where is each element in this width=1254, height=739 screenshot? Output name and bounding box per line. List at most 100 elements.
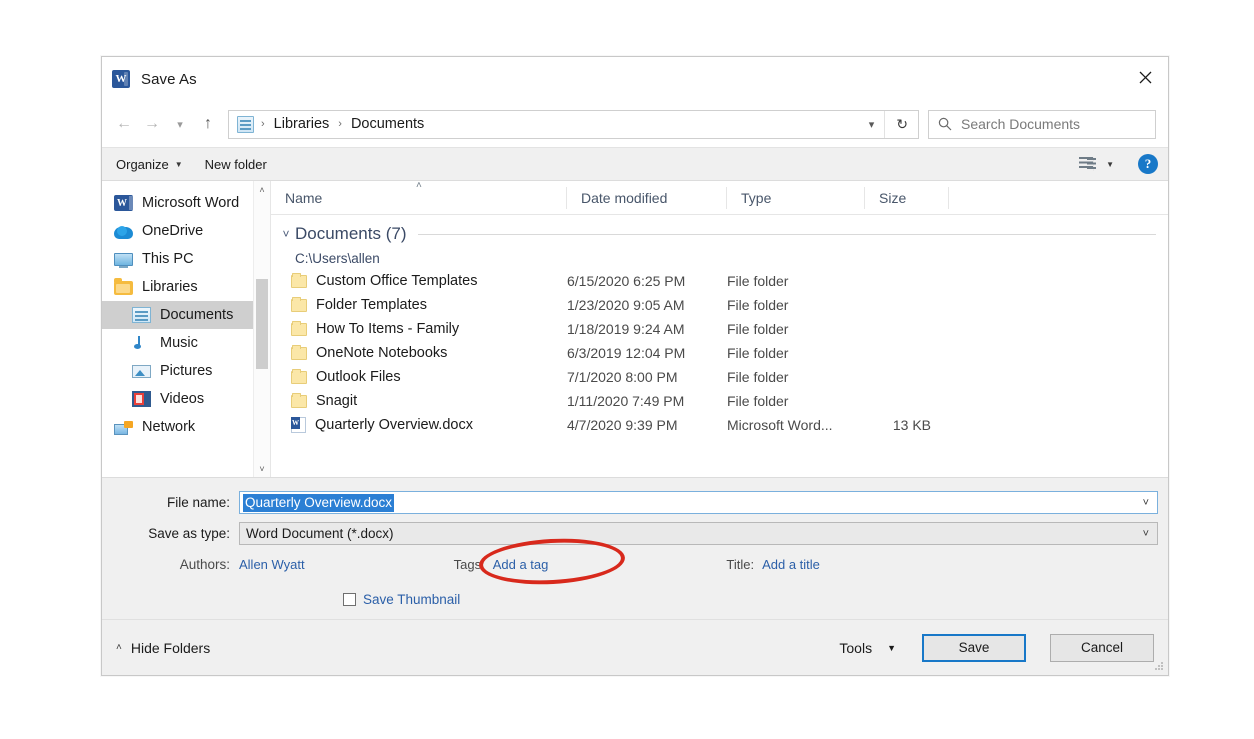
command-bar-right: ▼ ? (1079, 154, 1158, 174)
sidebar-item-microsoft-word[interactable]: Microsoft Word (102, 189, 270, 217)
file-name-cell: OneNote Notebooks (271, 345, 567, 361)
view-chevron-down-icon[interactable]: ▼ (1106, 160, 1114, 169)
file-type-cell: File folder (727, 297, 789, 313)
save-thumbnail-label[interactable]: Save Thumbnail (363, 592, 460, 607)
network-icon (114, 420, 133, 435)
group-title: Documents (7) (295, 224, 407, 243)
search-input[interactable]: Search Documents (928, 109, 1156, 139)
file-date-cell: 6/15/2020 6:25 PM (567, 273, 686, 289)
sidebar-item-label: Videos (160, 391, 205, 407)
filename-label: File name: (166, 495, 230, 510)
folder-icon (291, 345, 307, 360)
hide-folders-button[interactable]: ˄ Hide Folders (116, 640, 210, 656)
scroll-up-icon[interactable]: ˄ (254, 181, 270, 198)
cancel-button[interactable]: Cancel (1050, 633, 1154, 662)
refresh-icon[interactable]: ↻ (884, 110, 912, 138)
chevron-up-icon: ˄ (116, 642, 122, 653)
sidebar-item-onedrive[interactable]: OneDrive (102, 217, 270, 245)
resize-grip-icon[interactable] (1154, 661, 1165, 672)
file-date-cell: 1/11/2020 7:49 PM (567, 393, 685, 409)
chevron-down-icon[interactable]: ˅ (1143, 528, 1149, 540)
save-button[interactable]: Save (922, 633, 1026, 662)
sidebar-item-this-pc[interactable]: This PC (102, 245, 270, 273)
breadcrumb[interactable]: › Libraries › Documents ▾ ↻ (228, 109, 919, 139)
chevron-down-icon[interactable]: ˅ (1143, 497, 1149, 509)
back-arrow-icon[interactable]: ← (110, 110, 138, 138)
add-a-title-link[interactable]: Add a title (762, 557, 820, 572)
group-rule (418, 233, 1156, 235)
column-header-name[interactable]: Name ˄ (271, 180, 567, 209)
close-icon[interactable] (1122, 57, 1168, 97)
savetype-select[interactable]: Word Document (*.docx) ˅ (239, 522, 1158, 545)
sidebar-item-pictures[interactable]: Pictures (102, 357, 270, 385)
group-path: C:\Users\allen (295, 250, 380, 266)
dialog-title: Save As (141, 70, 197, 88)
table-row[interactable]: Snagit 1/11/2020 7:49 PM File folder (271, 389, 1168, 413)
table-row[interactable]: How To Items - Family 1/18/2019 9:24 AM … (271, 317, 1168, 341)
save-thumbnail-row: Save Thumbnail (102, 585, 1168, 613)
file-date-cell: 6/3/2019 12:04 PM (567, 345, 686, 361)
documents-library-icon (132, 307, 151, 323)
recent-locations-chevron-down-icon[interactable]: ▾ (166, 110, 194, 138)
table-row[interactable]: Folder Templates 1/23/2020 9:05 AM File … (271, 293, 1168, 317)
table-row[interactable]: OneNote Notebooks 6/3/2019 12:04 PM File… (271, 341, 1168, 365)
authors-value[interactable]: Allen Wyatt (239, 557, 305, 572)
table-row[interactable]: Outlook Files 7/1/2020 8:00 PM File fold… (271, 365, 1168, 389)
file-date-cell: 4/7/2020 9:39 PM (567, 417, 678, 433)
add-a-tag-link[interactable]: Add a tag (493, 557, 549, 572)
hide-folders-label: Hide Folders (130, 639, 211, 656)
file-name-label: Custom Office Templates (316, 273, 478, 289)
view-options-icon[interactable] (1079, 157, 1097, 171)
file-type-cell: Microsoft Word... (727, 417, 833, 433)
title-field: Title: Add a title (726, 557, 820, 572)
title-label: Title: (726, 556, 755, 572)
file-list-pane: Name ˄ Date modified Type Size ˅ Documen… (270, 180, 1168, 477)
sidebar-item-network[interactable]: Network (102, 413, 270, 441)
help-icon[interactable]: ? (1138, 154, 1158, 174)
libraries-icon (114, 277, 133, 295)
new-folder-button[interactable]: New folder (205, 157, 267, 172)
sidebar-item-documents[interactable]: Documents (102, 301, 270, 329)
organize-button[interactable]: Organize ▼ (116, 157, 183, 172)
column-header-date-modified[interactable]: Date modified (567, 186, 727, 209)
column-header-size[interactable]: Size (865, 186, 949, 209)
metadata-row: Authors: Allen Wyatt Tags: Add a tag Tit… (102, 551, 1168, 577)
table-row[interactable]: Custom Office Templates 6/15/2020 6:25 P… (271, 269, 1168, 293)
scrollbar-thumb[interactable] (256, 279, 268, 369)
breadcrumb-item-libraries[interactable]: Libraries (272, 116, 332, 132)
column-header-type[interactable]: Type (727, 186, 865, 209)
organize-label: Organize (116, 156, 169, 172)
music-library-icon (132, 335, 151, 351)
sidebar-scrollbar[interactable]: ˄ ˅ (253, 181, 270, 477)
sidebar-item-label: This PC (142, 251, 194, 267)
command-bar: Organize ▼ New folder ▼ ? (102, 147, 1168, 181)
file-type-cell: File folder (727, 273, 789, 289)
sidebar-item-videos[interactable]: Videos (102, 385, 270, 413)
scroll-down-icon[interactable]: ˅ (254, 460, 270, 477)
sidebar-item-libraries[interactable]: Libraries (102, 273, 270, 301)
up-arrow-icon[interactable]: ↑ (194, 110, 222, 138)
filename-input[interactable]: Quarterly Overview.docx ˅ (239, 491, 1158, 514)
tools-button[interactable]: Tools ▼ (839, 640, 896, 656)
dialog-body: Microsoft Word OneDrive This PC Librarie… (102, 180, 1168, 478)
chevron-down-icon: ▼ (887, 642, 896, 653)
sidebar-item-label: Documents (160, 307, 234, 323)
folder-icon (291, 393, 307, 408)
forward-arrow-icon[interactable]: → (138, 110, 166, 138)
file-name-label: OneNote Notebooks (316, 345, 448, 361)
word-icon (112, 70, 130, 88)
new-folder-label: New folder (204, 156, 267, 172)
save-thumbnail-checkbox[interactable] (343, 592, 356, 606)
breadcrumb-separator: › (261, 118, 265, 130)
chevron-down-icon[interactable]: ˅ (277, 227, 295, 241)
column-headers: Name ˄ Date modified Type Size (271, 180, 1168, 215)
breadcrumb-item-documents[interactable]: Documents (349, 116, 426, 132)
savetype-row: Save as type: Word Document (*.docx) ˅ (102, 520, 1168, 547)
folder-icon (291, 297, 307, 312)
breadcrumb-chevron-down-icon[interactable]: ▾ (859, 118, 885, 131)
sidebar-item-music[interactable]: Music (102, 329, 270, 357)
group-header[interactable]: ˅ Documents (7) (271, 221, 1168, 247)
table-row[interactable]: Quarterly Overview.docx 4/7/2020 9:39 PM… (271, 413, 1168, 437)
file-name-cell: How To Items - Family (271, 321, 567, 337)
word-document-icon (291, 417, 306, 433)
